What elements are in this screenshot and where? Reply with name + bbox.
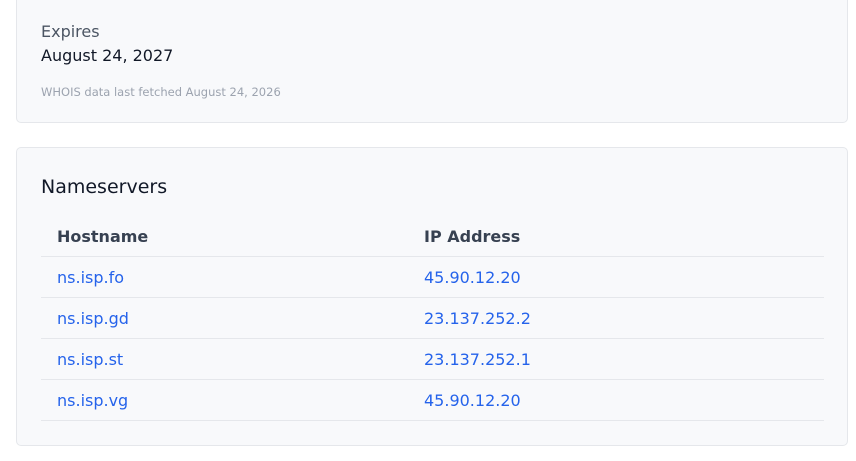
nameservers-title: Nameservers — [41, 176, 168, 198]
ip-address-link[interactable]: 23.137.252.1 — [424, 350, 531, 369]
ip-address-column-header: IP Address — [424, 227, 521, 246]
expires-label: Expires — [41, 22, 100, 41]
ip-address-link[interactable]: 45.90.12.20 — [424, 268, 521, 287]
whois-card: Expires August 24, 2027 WHOIS data last … — [16, 0, 848, 123]
nameservers-card: Nameservers Hostname IP Address ns.isp.f… — [16, 147, 848, 446]
hostname-link[interactable]: ns.isp.gd — [57, 309, 129, 328]
table-header-row: Hostname IP Address — [41, 217, 824, 257]
whois-fetched-note: WHOIS data last fetched August 24, 2026 — [41, 85, 281, 99]
table-row: ns.isp.fo 45.90.12.20 — [41, 257, 824, 298]
expires-value: August 24, 2027 — [41, 46, 174, 65]
table-row: ns.isp.gd 23.137.252.2 — [41, 298, 824, 339]
hostname-column-header: Hostname — [57, 227, 149, 246]
table-row: ns.isp.vg 45.90.12.20 — [41, 380, 824, 421]
ip-address-link[interactable]: 23.137.252.2 — [424, 309, 531, 328]
hostname-link[interactable]: ns.isp.vg — [57, 391, 128, 410]
nameservers-table: Hostname IP Address ns.isp.fo 45.90.12.2… — [41, 217, 824, 421]
hostname-link[interactable]: ns.isp.fo — [57, 268, 124, 287]
hostname-link[interactable]: ns.isp.st — [57, 350, 123, 369]
table-row: ns.isp.st 23.137.252.1 — [41, 339, 824, 380]
ip-address-link[interactable]: 45.90.12.20 — [424, 391, 521, 410]
